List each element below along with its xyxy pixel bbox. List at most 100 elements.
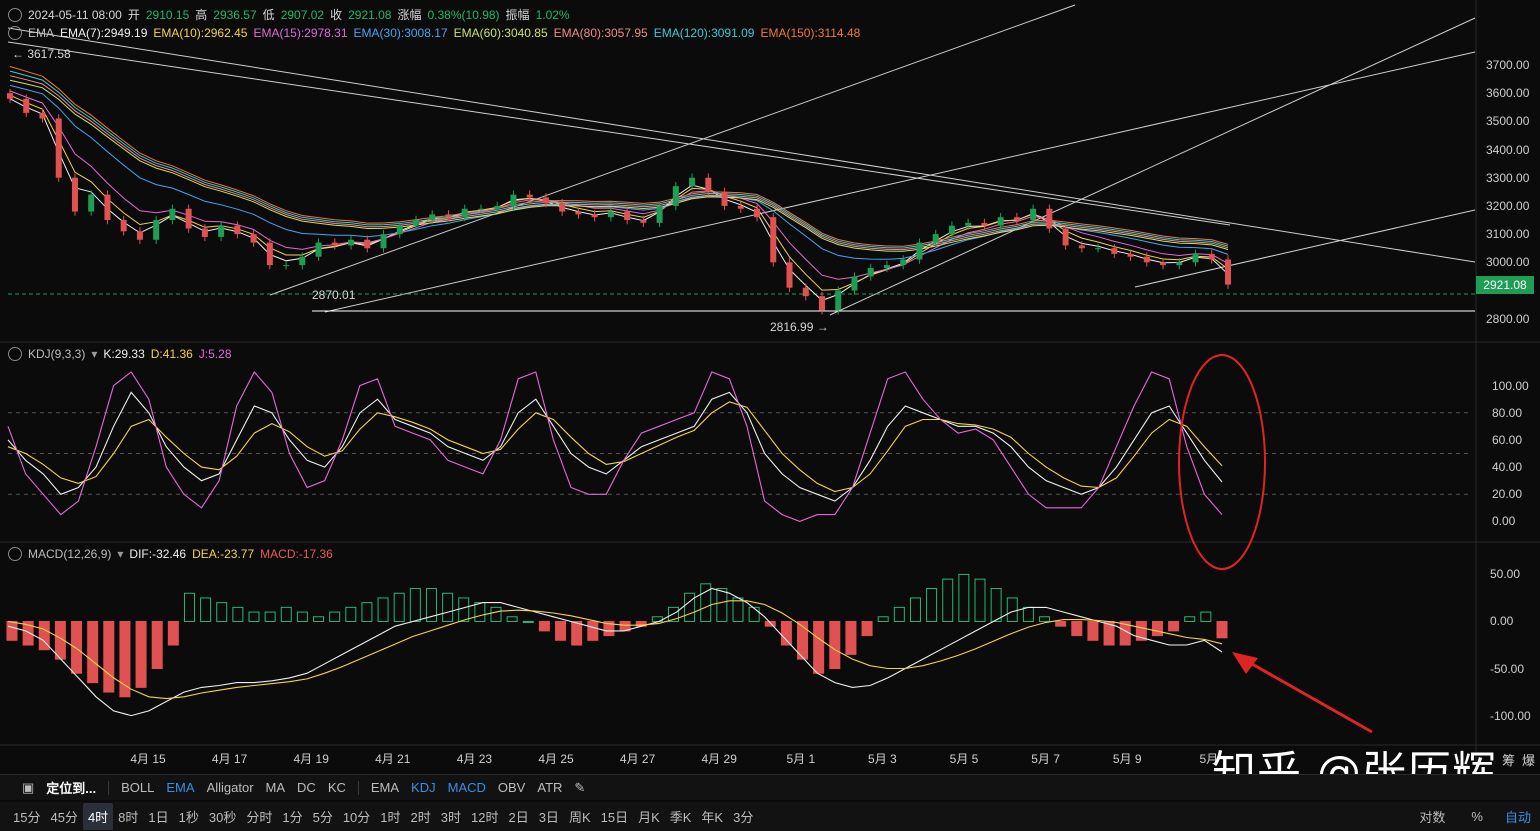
- macd-bar: [1151, 620, 1163, 637]
- ema-legend-item: EMA(7):2949.19: [60, 26, 148, 40]
- candle: [201, 228, 208, 237]
- candle: [705, 177, 712, 192]
- interval-option[interactable]: 1日: [143, 803, 173, 830]
- indicator-ma[interactable]: MA: [260, 780, 292, 795]
- macd-bar: [1168, 620, 1180, 632]
- candle: [299, 256, 306, 266]
- chevron-down-icon[interactable]: ▾: [91, 346, 97, 362]
- interval-option[interactable]: 分时: [241, 803, 277, 830]
- price-tick: 3500.00: [1486, 114, 1530, 129]
- candle: [981, 222, 988, 226]
- time-tick: 4月 21: [375, 752, 411, 766]
- auto-toggle[interactable]: 自动: [1500, 803, 1536, 830]
- collapse-icon[interactable]: [8, 8, 22, 22]
- ema-line: [9, 94, 1229, 291]
- interval-option[interactable]: 3日: [534, 803, 564, 830]
- interval-option[interactable]: 季K: [665, 803, 697, 830]
- candle: [39, 112, 46, 119]
- candle: [510, 194, 517, 206]
- interval-option[interactable]: 1时: [375, 803, 405, 830]
- macd-line-dea: [7, 600, 1223, 700]
- chevron-down-icon[interactable]: ▾: [117, 546, 123, 562]
- interval-option[interactable]: 45分: [45, 803, 82, 830]
- ema-legend: EMA EMA(7):2949.19 EMA(10):2962.45 EMA(15)…: [8, 25, 860, 41]
- annotation-arrowhead: [1232, 652, 1258, 674]
- interval-option[interactable]: 10分: [338, 803, 375, 830]
- macd-tick: 0.00: [1490, 614, 1514, 629]
- burst-label[interactable]: 爆: [1522, 750, 1535, 769]
- indicator-dc[interactable]: DC: [291, 780, 322, 795]
- macd-legend-name[interactable]: MACD(12,26,9): [28, 546, 111, 562]
- interval-option[interactable]: 15日: [596, 803, 633, 830]
- close-value: 2921.08: [348, 8, 392, 22]
- interval-option[interactable]: 12时: [466, 803, 503, 830]
- interval-option[interactable]: 3分: [728, 803, 758, 830]
- macd-bar: [167, 620, 179, 646]
- candle: [1225, 259, 1231, 285]
- macd-bar: [958, 573, 970, 622]
- candle: [754, 208, 761, 218]
- interval-option[interactable]: 15分: [8, 803, 45, 830]
- candle: [1127, 253, 1134, 257]
- candle: [867, 267, 874, 277]
- interval-option[interactable]: 1分: [277, 803, 307, 830]
- macd-bar: [522, 620, 534, 623]
- macd-bar: [280, 606, 292, 622]
- sub-indicator-atr[interactable]: ATR: [531, 780, 568, 795]
- ema-legend-item: EMA(80):3057.95: [553, 26, 648, 40]
- candle: [461, 208, 468, 218]
- interval-option[interactable]: 1秒: [174, 803, 204, 830]
- macd-bar: [216, 602, 228, 622]
- percent-toggle[interactable]: %: [1466, 805, 1488, 828]
- divider: [357, 780, 359, 795]
- candle: [55, 118, 62, 178]
- interval-option[interactable]: 8时: [113, 803, 143, 830]
- sub-indicator-ema[interactable]: EMA: [365, 780, 405, 795]
- chart-canvas[interactable]: [0, 0, 1540, 772]
- log-toggle[interactable]: 对数: [1414, 803, 1450, 830]
- chip-label[interactable]: 筹: [1502, 750, 1515, 769]
- locate-button[interactable]: 定位到...: [40, 778, 102, 797]
- kdj-legend-name[interactable]: KDJ(9,3,3): [28, 346, 85, 362]
- current-price-tag: 2921.08: [1476, 275, 1534, 294]
- calendar-icon[interactable]: ▣: [16, 780, 40, 796]
- indicator-alligator[interactable]: Alligator: [201, 780, 260, 795]
- indicator-ema[interactable]: EMA: [160, 780, 200, 795]
- interval-option[interactable]: 2时: [406, 803, 436, 830]
- interval-option[interactable]: 30秒: [204, 803, 241, 830]
- candle: [591, 214, 598, 218]
- interval-option[interactable]: 4时: [82, 803, 114, 830]
- macd-bar: [684, 592, 696, 622]
- interval-option[interactable]: 年K: [696, 803, 728, 830]
- candle: [1046, 208, 1053, 229]
- indicator-kc[interactable]: KC: [322, 780, 352, 795]
- macd-bar: [538, 620, 550, 632]
- candle: [607, 211, 614, 218]
- interval-option[interactable]: 月K: [633, 803, 665, 830]
- settings-icon[interactable]: [8, 547, 22, 561]
- sub-indicator-kdj[interactable]: KDJ: [405, 780, 442, 795]
- candle: [7, 93, 13, 99]
- macd-bar: [813, 620, 825, 674]
- price-tick: 3200.00: [1486, 198, 1530, 213]
- interval-option[interactable]: 3时: [436, 803, 466, 830]
- settings-icon[interactable]: [8, 347, 22, 361]
- macd-bar: [829, 620, 841, 670]
- edit-icon[interactable]: ✎: [568, 780, 591, 796]
- candle: [429, 214, 436, 221]
- macd-bar: [1200, 611, 1212, 622]
- sub-indicator-obv[interactable]: OBV: [492, 780, 531, 795]
- price-tick: 2800.00: [1486, 311, 1530, 326]
- interval-option[interactable]: 2日: [503, 803, 533, 830]
- kdj-tick: 80.00: [1492, 405, 1523, 420]
- settings-icon[interactable]: [8, 26, 22, 40]
- interval-option[interactable]: 周K: [564, 803, 596, 830]
- macd-dif-value: DIF:-32.46: [129, 547, 187, 561]
- interval-list: 15分 45分 4时 8时 1日 1秒 30秒 分时 1分 5分 10分 1时 2时 3时 12时 2日 3日周…: [8, 803, 758, 830]
- indicator-boll[interactable]: BOLL: [115, 780, 160, 795]
- macd-bar: [361, 602, 373, 622]
- ema-legend-name[interactable]: EMA: [28, 25, 54, 41]
- price-tick: 3600.00: [1486, 86, 1530, 101]
- sub-indicator-macd[interactable]: MACD: [442, 780, 492, 795]
- interval-option[interactable]: 5分: [308, 803, 338, 830]
